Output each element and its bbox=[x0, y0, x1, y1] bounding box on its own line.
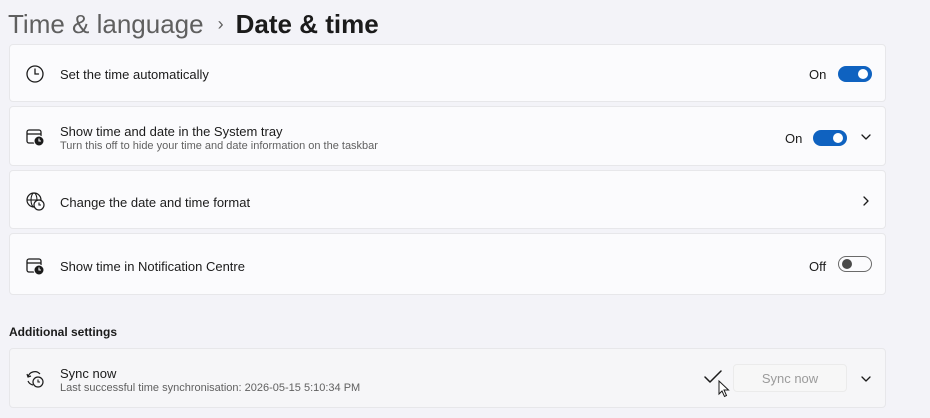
set-time-automatically-toggle[interactable] bbox=[838, 66, 872, 82]
globe-clock-icon bbox=[25, 191, 45, 211]
breadcrumb: Time & language › Date & time bbox=[8, 6, 379, 42]
setting-title: Show time in Notification Centre bbox=[60, 259, 245, 274]
setting-show-time-in-notification-centre: Show time in Notification Centre Off bbox=[9, 233, 886, 295]
setting-title: Change the date and time format bbox=[60, 195, 251, 210]
sync-clock-icon bbox=[25, 369, 45, 389]
setting-title: Show time and date in the System tray bbox=[60, 124, 283, 139]
chevron-down-icon[interactable] bbox=[860, 373, 872, 385]
setting-subtitle: Last successful time synchronisation: 20… bbox=[60, 382, 361, 394]
clock-icon bbox=[25, 64, 45, 84]
calendar-clock-icon bbox=[25, 127, 45, 147]
setting-title: Sync now bbox=[60, 366, 117, 381]
section-heading-additional-settings: Additional settings bbox=[9, 325, 117, 339]
setting-subtitle: Turn this off to hide your time and date… bbox=[60, 140, 378, 152]
chevron-down-icon[interactable] bbox=[860, 131, 872, 143]
setting-set-time-automatically: Set the time automatically On bbox=[9, 44, 886, 102]
calendar-clock-icon bbox=[25, 256, 45, 276]
show-time-in-system-tray-toggle[interactable] bbox=[813, 130, 847, 146]
sync-now-button[interactable]: Sync now bbox=[733, 364, 847, 392]
mouse-pointer-icon bbox=[718, 379, 730, 398]
setting-change-date-time-format[interactable]: Change the date and time format bbox=[9, 170, 886, 229]
page-title: Date & time bbox=[235, 8, 379, 39]
toggle-state-label: Off bbox=[809, 259, 827, 274]
toggle-knob bbox=[842, 259, 852, 269]
setting-title: Set the time automatically bbox=[60, 67, 209, 82]
window-edge bbox=[924, 0, 930, 418]
breadcrumb-separator-icon: › bbox=[217, 13, 224, 34]
breadcrumb-parent-link[interactable]: Time & language bbox=[8, 9, 204, 40]
setting-show-time-in-system-tray[interactable]: Show time and date in the System tray Tu… bbox=[9, 106, 886, 166]
chevron-right-icon[interactable] bbox=[860, 195, 872, 207]
toggle-knob bbox=[833, 133, 843, 143]
toggle-state-label: On bbox=[809, 67, 827, 82]
toggle-knob bbox=[858, 69, 868, 79]
toggle-state-label: On bbox=[785, 131, 803, 146]
show-time-in-notification-centre-toggle[interactable] bbox=[838, 256, 872, 272]
